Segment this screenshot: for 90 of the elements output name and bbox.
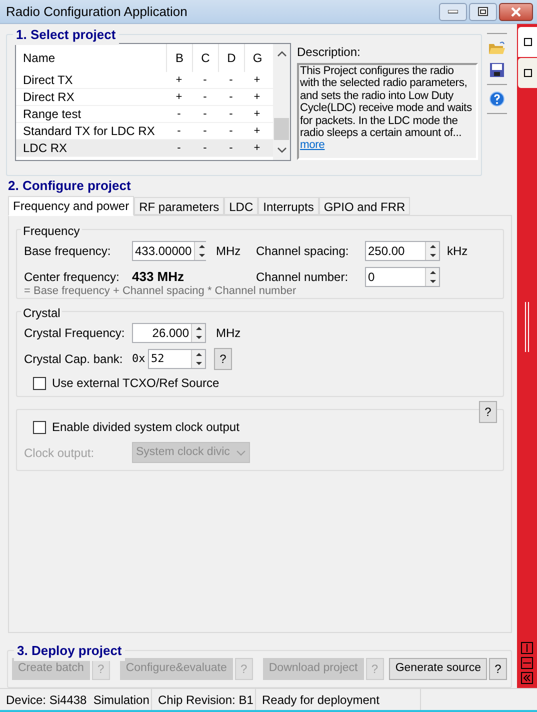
table-cell-text: - [202,106,208,122]
tab[interactable]: RF parameters [134,197,224,215]
tab[interactable]: Frequency and power [8,196,134,216]
more-link[interactable]: more [300,139,325,152]
hex-prefix: 0x [132,350,146,367]
table-cell-text: - [202,124,208,139]
table-cell-text: - [176,106,182,122]
help-button[interactable]: ? [214,348,232,370]
minimize-icon [448,10,458,14]
scrollbar[interactable] [273,44,290,160]
table-cell-text: + [252,106,262,122]
column-header[interactable]: G [244,44,270,72]
section-title: 2. Configure project [8,178,132,194]
table-cell-text: Range test [22,106,82,123]
column-header[interactable]: D [218,44,244,72]
description-label: Description: [297,45,362,61]
table-cell-text: LDC RX [22,140,68,157]
tab[interactable]: GPIO and FRR [318,197,410,215]
table-cell-text: Direct RX [22,89,76,106]
table-cell-text: + [252,140,262,156]
table-cell-text: - [228,124,234,139]
table-cell-text: - [202,72,208,88]
side-tab[interactable] [518,58,537,88]
table-cell-text: Direct TX [22,72,74,89]
checkbox-label: Enable divided system clock output [52,419,240,436]
scroll-up-icon[interactable] [276,50,286,58]
field-label: Clock output: [24,444,96,462]
table-cell-text: + [252,124,262,139]
table-cell-text: + [174,72,184,88]
table-cell-text: + [174,90,184,105]
status-text: Chip Revision: B1 [152,689,256,710]
field-label: Channel spacing: [256,243,350,260]
table-cell-text: - [228,140,234,156]
table-cell-text: - [228,72,234,88]
checkbox-label: Use external TCXO/Ref Source [52,375,220,392]
table-cell-text: - [202,140,208,156]
table-cell-text: - [202,90,208,105]
deploy-button[interactable]: Generate source [389,658,487,680]
center-frequency-value: 433 MHz [132,268,186,286]
table-cell-text: - [228,106,234,122]
scroll-down-icon[interactable] [276,146,286,154]
close-button[interactable] [499,2,533,20]
table-row[interactable]: Direct RX + - - + [16,89,273,106]
unit-label: MHz [216,325,241,342]
table-cell-text: Standard TX for LDC RX [22,123,156,140]
field-label: Crystal Cap. bank: [24,351,124,368]
window-title: Radio Configuration Application [6,2,188,21]
description-text: This Project configures the radio with the selected radio parameters, and sets the radio into Low Duty Cycle(LDC) receive mode and waits for packets. In the LDC mode the radio sleeps a certain amount of... [300,65,472,140]
table-row[interactable]: Direct TX + - - + [16,72,273,89]
unit-label: MHz [216,243,242,260]
minimize-icon[interactable] [521,657,533,669]
cap-bank-field[interactable]: 52 [148,349,206,369]
splitter-handle[interactable] [525,302,529,352]
pin-icon[interactable] [521,642,533,654]
table-cell-text: - [176,140,182,156]
table-row[interactable]: LDC RX - - - + [16,140,273,157]
chevron-down-icon [236,450,246,456]
column-header[interactable]: B [166,44,192,72]
tab[interactable]: Interrupts [258,197,319,215]
field-label: Channel number: [256,269,350,286]
channel-spacing-field[interactable]: 250.00 [365,241,440,261]
field-label: Crystal Frequency: [24,325,126,342]
table-row[interactable]: Range test - - - + [16,106,273,123]
status-text: Ready for deployment [256,689,421,710]
table-cell-text: + [252,90,262,105]
crystal-frequency-field[interactable]: 26.000 [132,323,206,343]
checkbox[interactable] [33,376,46,390]
table-cell-text: + [252,72,262,88]
formula-text: = Base frequency + Channel spacing * Channel number [24,285,298,297]
unit-label: kHz [447,243,468,260]
column-header[interactable]: Name [16,49,166,67]
scroll-thumb[interactable] [274,118,289,140]
maximize-icon [478,7,488,16]
close-icon [511,6,521,16]
field-label: Center frequency: [24,269,120,286]
table-cell-text: - [176,124,182,139]
help-button[interactable]: ? [489,658,507,680]
save-icon[interactable] [489,62,505,78]
minimize-button[interactable] [439,2,467,20]
side-tab[interactable] [518,27,537,57]
tab[interactable]: LDC [224,197,258,215]
field-label: Base frequency: [24,243,112,260]
table-cell-text: - [228,90,234,105]
help-icon[interactable] [489,91,505,107]
base-frequency-field[interactable]: 433.00000 [132,241,206,261]
status-text: Device: Si4438 Simulation [0,689,152,710]
column-header[interactable]: C [192,44,218,72]
collapse-icon[interactable] [521,672,533,684]
channel-number-field[interactable]: 0 [365,267,440,287]
maximize-button[interactable] [469,2,497,20]
